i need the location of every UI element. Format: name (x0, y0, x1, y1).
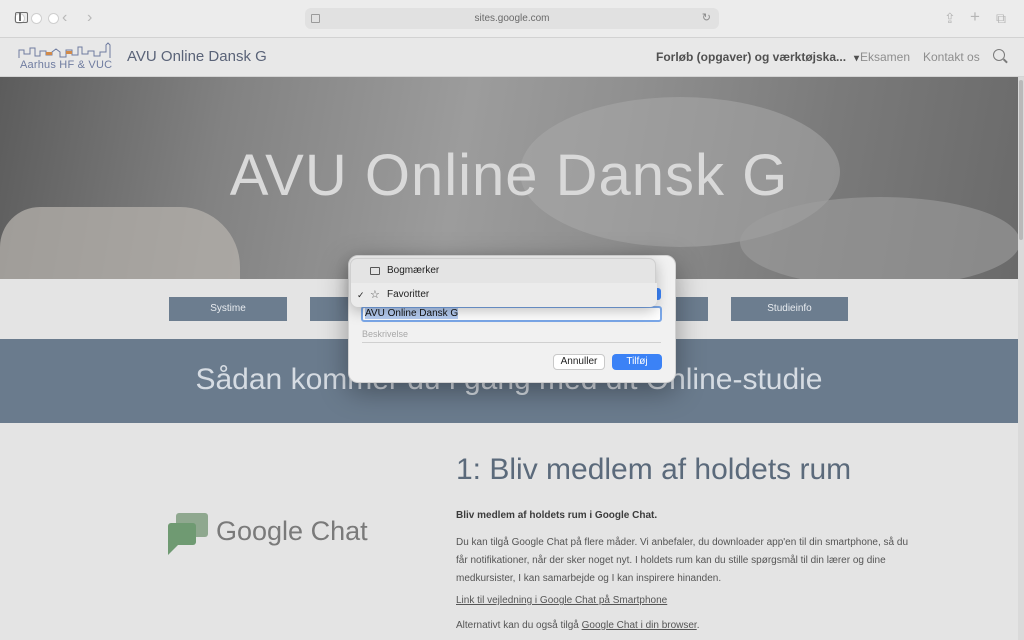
alternative-text: Alternativt kan du også tilgå Google Cha… (456, 620, 700, 631)
aarhus-logo[interactable]: Aarhus HF & VUC (18, 42, 116, 72)
systime-button[interactable]: Systime (169, 297, 287, 321)
reload-icon[interactable]: ↻ (702, 8, 711, 29)
folder-dropdown[interactable]: Bogmærker ✓ ☆ Favoritter (350, 258, 657, 307)
body-paragraph: Du kan tilgå Google Chat på flere måder.… (456, 537, 909, 584)
section-heading: 1: Bliv medlem af holdets rum (456, 453, 852, 486)
hero-image-detail (0, 207, 240, 279)
forward-icon[interactable]: › (87, 9, 92, 27)
option-label: Favoritter (387, 289, 430, 300)
url-text: sites.google.com (474, 13, 550, 24)
nav-forloeb[interactable]: Forløb (opgaver) og værktøjska... ▾ (656, 50, 859, 64)
tab-overview-icon[interactable]: ⧉ (996, 10, 1006, 27)
page-icon (311, 14, 320, 23)
alt-prefix: Alternativt kan du også tilgå (456, 620, 582, 631)
logo-text: Aarhus HF & VUC (20, 59, 113, 71)
share-icon[interactable]: ⇪ (944, 10, 956, 27)
bookmark-title-value: AVU Online Dansk G (365, 308, 459, 319)
studieinfo-button[interactable]: Studieinfo (731, 297, 848, 321)
site-title[interactable]: AVU Online Dansk G (127, 48, 267, 65)
option-label: Bogmærker (387, 265, 440, 276)
lead-text: Bliv medlem af holdets rum i Google Chat… (456, 510, 658, 521)
site-header: Aarhus HF & VUC AVU Online Dansk G Forlø… (0, 38, 1024, 77)
dropdown-option-favoritter[interactable]: ✓ ☆ Favoritter (351, 283, 657, 307)
hero-image-detail (740, 197, 1018, 279)
scroll-thumb[interactable] (1019, 80, 1023, 240)
search-icon[interactable] (993, 49, 1005, 61)
hero-title: AVU Online Dansk G (229, 143, 789, 208)
minimize-window-button[interactable] (31, 13, 42, 24)
zoom-window-button[interactable] (48, 13, 59, 24)
address-bar[interactable]: sites.google.com ↻ (305, 8, 719, 29)
sidebar-toggle-icon[interactable] (15, 12, 28, 23)
star-icon: ☆ (370, 289, 380, 301)
google-chat-browser-link[interactable]: Google Chat i din browser (582, 620, 697, 631)
new-tab-icon[interactable]: + (970, 7, 980, 27)
cancel-button[interactable]: Annuller (553, 354, 605, 370)
back-icon[interactable]: ‹ (62, 9, 67, 27)
google-chat-icon (168, 513, 208, 555)
folder-icon (370, 267, 380, 275)
main-content: Google Chat 1: Bliv medlem af holdets ru… (0, 423, 1018, 640)
nav-forloeb-label: Forløb (opgaver) og værktøjska... (656, 50, 847, 64)
hero-banner: AVU Online Dansk G (0, 77, 1018, 279)
bookmark-title-input[interactable]: AVU Online Dansk G (361, 306, 662, 322)
nav-kontakt[interactable]: Kontakt os (923, 50, 980, 64)
google-chat-logo-text: Google Chat (216, 516, 368, 546)
alt-suffix: . (696, 620, 700, 631)
smartphone-guide-link[interactable]: Link til vejledning i Google Chat på Sma… (456, 595, 667, 606)
hidden-link-button[interactable] (310, 297, 350, 321)
nav-eksamen[interactable]: Eksamen (860, 50, 910, 64)
bookmark-description-input[interactable]: Beskrivelse (362, 329, 661, 343)
browser-toolbar: ‹ › sites.google.com ↻ ⇪ + ⧉ (0, 0, 1024, 38)
add-button[interactable]: Tilføj (612, 354, 662, 370)
checkmark-icon: ✓ (357, 290, 365, 300)
chevron-down-icon: ▾ (854, 53, 860, 64)
skyline-icon (18, 42, 111, 58)
dropdown-option-bogmaerker[interactable]: Bogmærker (351, 259, 657, 283)
